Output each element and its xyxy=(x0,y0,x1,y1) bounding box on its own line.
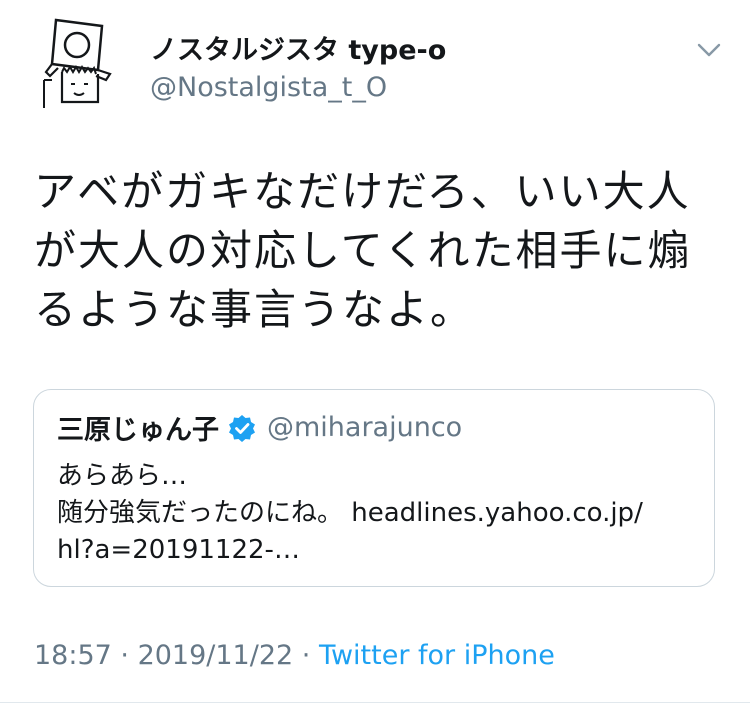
tweet-source-link[interactable]: Twitter for iPhone xyxy=(319,640,555,671)
author-display-name[interactable]: ノスタルジスタ type-o xyxy=(150,34,446,68)
quoted-author-handle: @miharajunco xyxy=(267,412,463,443)
quoted-tweet-text: あらあら… 随分強気だったのにね。 headlines.yahoo.co.jp/… xyxy=(57,458,697,569)
avatar-drawing-icon xyxy=(38,14,134,110)
tweet-metadata: 18:57 · 2019/11/22 · Twitter for iPhone xyxy=(34,640,555,671)
tweet-text: アベがガキなだけだろ、いい大人 が大人の対応してくれた相手に煽 るような事言うな… xyxy=(34,162,724,339)
tweet-time[interactable]: 18:57 xyxy=(34,640,112,671)
meta-separator: · xyxy=(111,640,138,671)
bottom-divider xyxy=(0,702,750,703)
tweet-text-line: るような事言うなよ。 xyxy=(34,285,475,334)
tweet-text-line: アベがガキなだけだろ、いい大人 xyxy=(34,167,691,216)
quoted-tweet-card[interactable]: 三原じゅん子 @miharajunco あらあら… 随分強気だったのにね。 he… xyxy=(33,389,715,587)
quoted-text-line: あらあら… xyxy=(57,461,188,491)
chevron-down-icon xyxy=(697,43,721,57)
quoted-author-name: 三原じゅん子 xyxy=(57,415,219,446)
author-handle[interactable]: @Nostalgista_t_O xyxy=(150,70,446,106)
quoted-text-line: 随分強気だったのにね。 headlines.yahoo.co.jp/ xyxy=(57,498,643,528)
quoted-text-line: hl?a=20191122-… xyxy=(57,535,300,565)
tweet-text-line: が大人の対応してくれた相手に煽 xyxy=(34,226,692,275)
quoted-tweet-header: 三原じゅん子 @miharajunco xyxy=(57,408,462,447)
verified-badge-icon xyxy=(227,413,257,443)
tweet-author[interactable]: ノスタルジスタ type-o @Nostalgista_t_O xyxy=(150,34,446,106)
author-avatar[interactable] xyxy=(38,14,134,110)
tweet-menu-button[interactable] xyxy=(694,38,724,62)
meta-separator: · xyxy=(293,640,319,671)
tweet-date[interactable]: 2019/11/22 xyxy=(138,640,294,671)
